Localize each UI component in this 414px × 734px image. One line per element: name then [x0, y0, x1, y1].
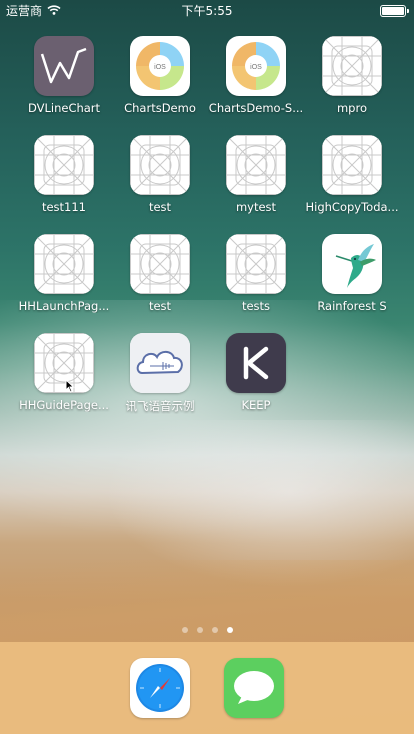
hummingbird-icon[interactable]	[322, 234, 382, 294]
app-chartsdemo[interactable]: iOS ChartsDemo	[112, 36, 208, 115]
app-label: HHLaunchPag...	[18, 299, 110, 313]
app-label: ChartsDemo-S...	[208, 101, 304, 115]
app-hhguidepage[interactable]: HHGuidePage...	[16, 333, 112, 414]
status-time: 下午5:55	[181, 4, 233, 18]
app-rainforest[interactable]: Rainforest S	[304, 234, 400, 313]
app-label: Rainforest S	[317, 299, 387, 313]
mouse-cursor-icon	[65, 378, 75, 397]
page-dot[interactable]	[196, 627, 203, 633]
status-bar: 运营商 下午5:55	[0, 0, 414, 20]
page-dot[interactable]	[181, 627, 188, 633]
placeholder-app-icon[interactable]	[34, 234, 94, 294]
charts-pie-icon[interactable]: iOS	[226, 36, 286, 96]
app-highcopytoday[interactable]: HighCopyToda...	[304, 135, 400, 214]
placeholder-app-icon[interactable]	[226, 135, 286, 195]
placeholder-app-icon[interactable]	[130, 135, 190, 195]
app-label: HHGuidePage...	[19, 398, 109, 412]
app-mytest[interactable]: mytest	[208, 135, 304, 214]
dvlinechart-icon[interactable]	[34, 36, 94, 96]
page-dot-active[interactable]	[226, 627, 233, 633]
app-label: KEEP	[241, 398, 271, 412]
safari-icon[interactable]	[130, 658, 190, 718]
app-label: test	[148, 200, 172, 214]
app-label: ChartsDemo	[124, 101, 196, 115]
app-mpro[interactable]: mpro	[304, 36, 400, 115]
dock	[0, 642, 414, 734]
app-label: 讯飞语音示例	[125, 399, 195, 413]
xunfei-cloud-icon[interactable]	[130, 333, 190, 393]
placeholder-app-icon[interactable]	[226, 234, 286, 294]
messages-icon[interactable]	[224, 658, 284, 718]
app-keep[interactable]: KEEP	[208, 333, 304, 414]
keep-icon[interactable]	[226, 333, 286, 393]
app-dvlinechart[interactable]: DVLineChart	[16, 36, 112, 115]
charts-pie-text: iOS	[154, 64, 166, 71]
app-test111[interactable]: test111	[16, 135, 112, 214]
placeholder-app-icon[interactable]	[322, 135, 382, 195]
app-chartsdemo-s[interactable]: iOS ChartsDemo-S...	[208, 36, 304, 115]
battery-icon	[380, 5, 409, 17]
app-label: tests	[241, 299, 271, 313]
app-hhlaunchpage[interactable]: HHLaunchPag...	[16, 234, 112, 313]
charts-pie-text: iOS	[250, 64, 262, 71]
placeholder-app-icon[interactable]	[34, 333, 94, 393]
app-label: DVLineChart	[27, 101, 101, 115]
app-test-2[interactable]: test	[112, 234, 208, 313]
placeholder-app-icon[interactable]	[322, 36, 382, 96]
placeholder-app-icon[interactable]	[34, 135, 94, 195]
page-dot[interactable]	[211, 627, 218, 633]
placeholder-app-icon[interactable]	[130, 234, 190, 294]
app-label: test	[148, 299, 172, 313]
app-xunfei[interactable]: 讯飞语音示例	[112, 333, 208, 414]
app-label: HighCopyToda...	[305, 200, 399, 214]
app-label: test111	[41, 200, 87, 214]
app-label: mpro	[336, 101, 367, 115]
app-test[interactable]: test	[112, 135, 208, 214]
app-tests[interactable]: tests	[208, 234, 304, 313]
app-grid: DVLineChart iOS ChartsDemo iOS ChartsDem…	[16, 36, 400, 414]
app-label: mytest	[235, 200, 277, 214]
page-indicator[interactable]	[0, 627, 414, 633]
charts-pie-icon[interactable]: iOS	[130, 36, 190, 96]
